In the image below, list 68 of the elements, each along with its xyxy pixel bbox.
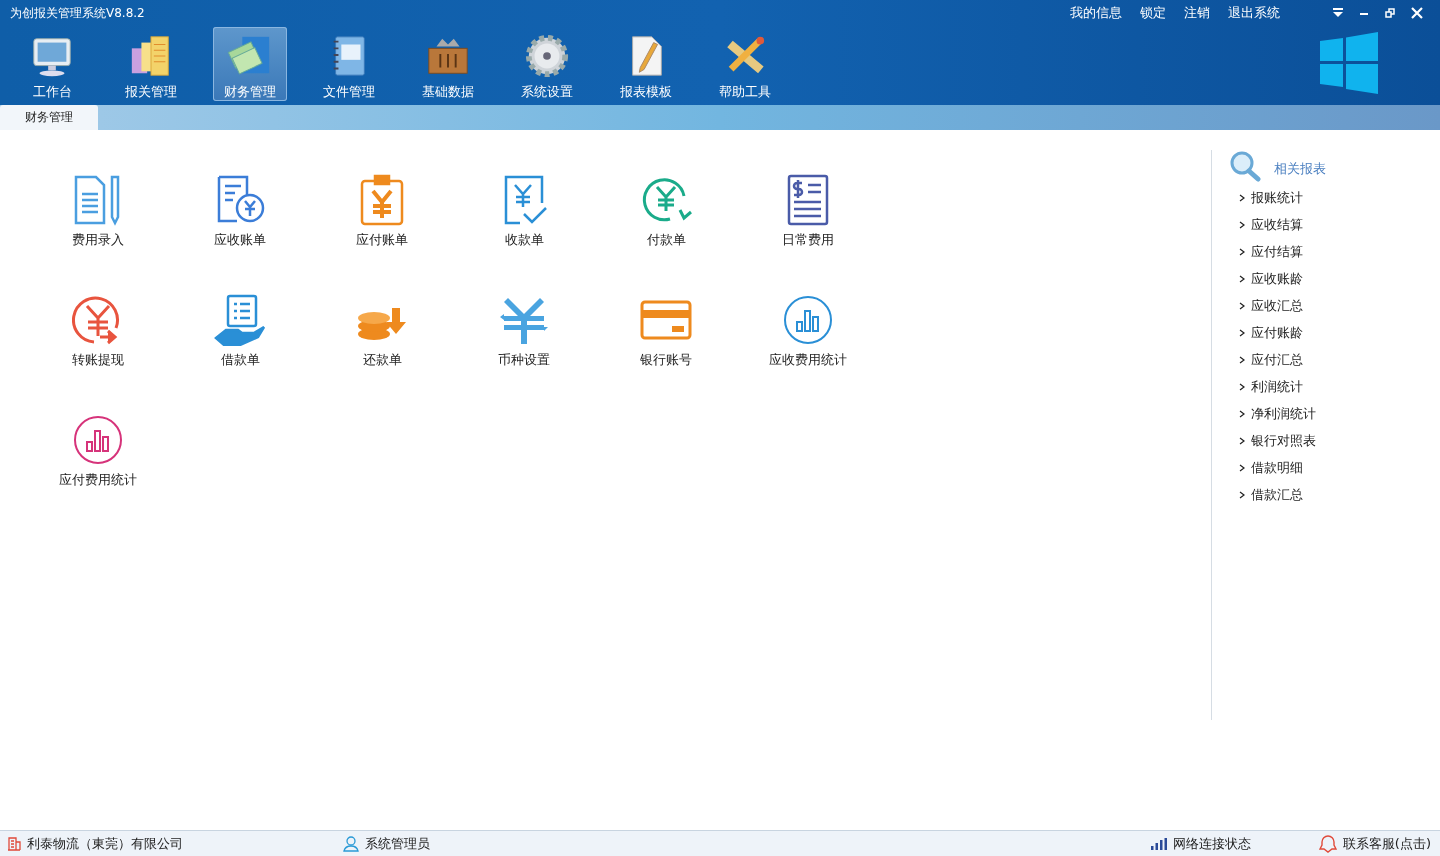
report-link[interactable]: 应付账龄	[1229, 319, 1440, 346]
chevron-icon	[1239, 463, 1245, 472]
top-link[interactable]: 退出系统	[1228, 4, 1280, 22]
report-link[interactable]: 应收汇总	[1229, 292, 1440, 319]
reports-title: 相关报表	[1274, 160, 1326, 178]
toolbar-button[interactable]: 系统设置	[510, 27, 584, 101]
company-name: 利泰物流（東莞）有限公司	[27, 834, 183, 853]
report-link[interactable]: 应付汇总	[1229, 346, 1440, 373]
function-tile[interactable]: 应付费用统计	[27, 414, 169, 534]
top-link[interactable]: 锁定	[1140, 4, 1166, 22]
chevron-icon	[1239, 247, 1245, 256]
function-tile[interactable]: 付款单	[595, 174, 737, 294]
function-tile[interactable]: 银行账号	[595, 294, 737, 414]
chevron-icon	[1239, 382, 1245, 391]
signal-icon	[1150, 837, 1167, 850]
toolbar-button[interactable]: 帮助工具	[708, 27, 782, 101]
report-link[interactable]: 应付结算	[1229, 238, 1440, 265]
close-icon[interactable]	[1410, 6, 1424, 20]
top-link[interactable]: 我的信息	[1070, 4, 1122, 22]
function-tile[interactable]: 日常费用	[737, 174, 879, 294]
user-icon	[343, 835, 359, 852]
toolbar-button[interactable]: 文件管理	[312, 27, 386, 101]
function-tile[interactable]: 转账提现	[27, 294, 169, 414]
function-tile[interactable]: 应付账单	[311, 174, 453, 294]
gear-icon	[523, 33, 571, 79]
chevron-icon	[1239, 328, 1245, 337]
report-link[interactable]: 利润统计	[1229, 373, 1440, 400]
function-tile[interactable]: 收款单	[453, 174, 595, 294]
function-tile[interactable]: 币种设置	[453, 294, 595, 414]
report-link[interactable]: 借款汇总	[1229, 481, 1440, 508]
search-icon	[1229, 150, 1261, 182]
bar-chart-icon	[72, 414, 124, 466]
window-logo-icon	[1320, 32, 1378, 94]
report-link[interactable]: 净利润统计	[1229, 400, 1440, 427]
chevron-icon	[1239, 193, 1245, 202]
toolbar-button[interactable]: 报表模板	[609, 27, 683, 101]
function-tile[interactable]: 费用录入	[27, 174, 169, 294]
chevron-icon	[1239, 355, 1245, 364]
tab[interactable]: 财务管理	[0, 105, 98, 130]
window-title: 为创报关管理系统V8.8.2	[10, 4, 146, 22]
chevron-icon	[1239, 220, 1245, 229]
toolbar-button[interactable]: 基础数据	[411, 27, 485, 101]
report-link[interactable]: 银行对照表	[1229, 427, 1440, 454]
chevron-icon	[1239, 274, 1245, 283]
report-link[interactable]: 借款明细	[1229, 454, 1440, 481]
chevron-icon	[1239, 409, 1245, 418]
report-link[interactable]: 应收结算	[1229, 211, 1440, 238]
building-icon	[7, 836, 21, 851]
restore-icon[interactable]	[1384, 7, 1396, 19]
network-status: 网络连接状态	[1172, 834, 1251, 853]
dropdown-icon[interactable]	[1332, 7, 1344, 19]
top-link[interactable]: 注销	[1184, 4, 1210, 22]
function-tile[interactable]: 还款单	[311, 294, 453, 414]
contact-support-link[interactable]: 联系客服(点击)	[1342, 834, 1431, 853]
toolbar-button[interactable]: 工作台	[15, 27, 89, 101]
function-tile[interactable]: 应收账单	[169, 174, 311, 294]
chevron-icon	[1239, 301, 1245, 310]
bar-chart-icon	[782, 294, 834, 346]
function-tile[interactable]: 借款单	[169, 294, 311, 414]
report-link[interactable]: 报账统计	[1229, 184, 1440, 211]
report-link[interactable]: 应收账龄	[1229, 265, 1440, 292]
hand-list-icon	[214, 294, 266, 346]
toolbar-button[interactable]: 报关管理	[114, 27, 188, 101]
chevron-icon	[1239, 490, 1245, 499]
user-name: 系统管理员	[365, 834, 430, 853]
function-tile[interactable]: 应收费用统计	[737, 294, 879, 414]
toolbar-button[interactable]: 财务管理	[213, 27, 287, 101]
chevron-icon	[1239, 436, 1245, 445]
